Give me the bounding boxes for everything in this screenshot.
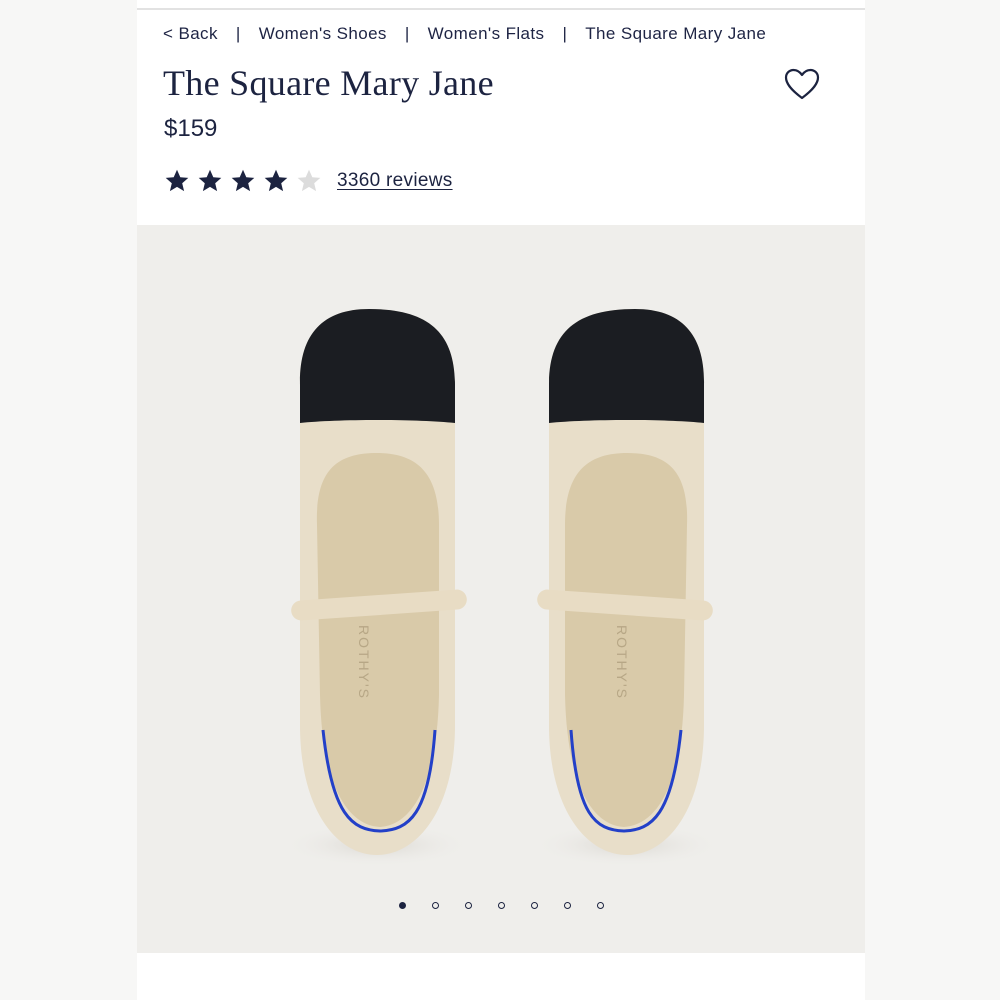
breadcrumb-current-product[interactable]: The Square Mary Jane — [585, 24, 766, 44]
product-price: $159 — [164, 115, 218, 142]
breadcrumb-womens-flats[interactable]: Women's Flats — [428, 24, 545, 44]
insole-brand-text: ROTHY'S — [356, 625, 372, 700]
heart-outline-icon — [784, 68, 820, 100]
star-empty-icon — [297, 169, 321, 192]
gallery-dot[interactable] — [530, 902, 538, 909]
product-image: ROTHY'S ROTHY'S — [282, 309, 722, 867]
breadcrumb: < Back | Women's Shoes | Women's Flats |… — [163, 22, 766, 46]
top-divider — [137, 8, 865, 10]
back-link[interactable]: < Back — [163, 24, 218, 44]
star-rating — [164, 168, 322, 194]
product-title: The Square Mary Jane — [163, 63, 494, 103]
gallery-dot[interactable] — [431, 902, 439, 909]
breadcrumb-separator: | — [404, 24, 410, 43]
gallery-dot[interactable] — [398, 902, 406, 909]
product-image-gallery[interactable]: ROTHY'S ROTHY'S — [137, 225, 865, 953]
rating-row: 3360 reviews — [164, 168, 453, 194]
reviews-link[interactable]: 3360 reviews — [337, 170, 453, 192]
breadcrumb-separator: | — [235, 24, 241, 43]
star-filled-icon — [198, 169, 222, 192]
gallery-dot[interactable] — [596, 902, 604, 909]
breadcrumb-separator: | — [562, 24, 568, 43]
right-shoe: ROTHY'S — [532, 309, 722, 867]
left-shoe: ROTHY'S — [282, 309, 472, 867]
gallery-dot[interactable] — [464, 902, 472, 909]
gallery-dot[interactable] — [497, 902, 505, 909]
favorite-button[interactable] — [783, 66, 821, 104]
content-below — [137, 953, 865, 1000]
star-filled-icon — [231, 169, 255, 192]
gallery-pagination — [137, 902, 865, 909]
product-page: < Back | Women's Shoes | Women's Flats |… — [137, 0, 865, 1000]
gallery-dot[interactable] — [563, 902, 571, 909]
breadcrumb-womens-shoes[interactable]: Women's Shoes — [259, 24, 387, 44]
insole-brand-text: ROTHY'S — [614, 625, 630, 700]
star-filled-icon — [264, 169, 288, 192]
star-filled-icon — [165, 169, 189, 192]
